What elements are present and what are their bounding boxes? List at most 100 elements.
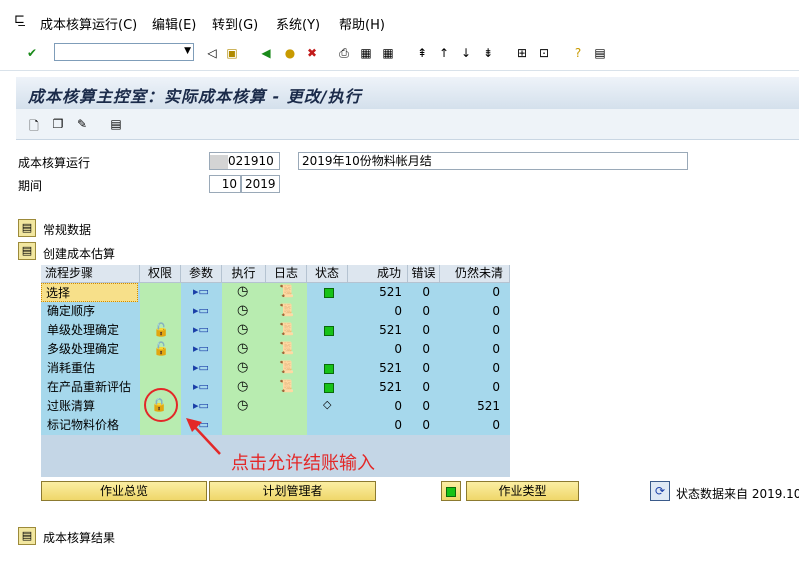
execute-clock-icon[interactable]: ◷: [237, 360, 248, 375]
find-icon[interactable]: ▦: [358, 45, 374, 61]
success-value: 0: [394, 342, 402, 356]
step-wip-revaluation[interactable]: 在产品重新评估: [47, 378, 131, 397]
status-toggle-button[interactable]: [441, 481, 461, 501]
costing-run-id: 021910: [228, 154, 274, 168]
header-step[interactable]: 流程步骤: [41, 265, 140, 283]
last-page-icon[interactable]: ⇟: [480, 45, 496, 61]
costing-run-desc-field[interactable]: 2019年10份物料帐月结: [298, 152, 688, 170]
log-scroll-icon[interactable]: 📜: [279, 360, 294, 374]
command-field[interactable]: ▼: [54, 43, 194, 61]
errors-value: 0: [422, 380, 430, 394]
open-value: 0: [492, 285, 500, 299]
job-overview-button[interactable]: 作业总览: [41, 481, 207, 501]
execute-clock-icon[interactable]: ◷: [237, 341, 248, 356]
log-scroll-icon[interactable]: 📜: [279, 303, 294, 317]
params-arrow-icon[interactable]: ▸▭: [193, 304, 209, 317]
log-scroll-icon[interactable]: 📜: [279, 322, 294, 336]
chevron-down-icon[interactable]: ▼: [184, 46, 191, 56]
notes-icon[interactable]: ▤: [108, 117, 124, 133]
header-errors[interactable]: 错误: [408, 265, 440, 283]
new-session-icon[interactable]: ⊞: [514, 45, 530, 61]
log-scroll-icon[interactable]: 📜: [279, 341, 294, 355]
find-next-icon[interactable]: ▦: [380, 45, 396, 61]
log-scroll-icon[interactable]: 📜: [279, 379, 294, 393]
layout-menu-icon[interactable]: ▤: [592, 45, 608, 61]
back-icon[interactable]: ◀: [258, 45, 274, 61]
exit-icon[interactable]: ●: [282, 45, 298, 61]
help-icon[interactable]: ?: [570, 45, 586, 61]
menu-edit[interactable]: 编辑(E): [152, 14, 196, 33]
params-arrow-icon[interactable]: ▸▭: [193, 285, 209, 298]
job-type-button[interactable]: 作业类型: [466, 481, 579, 501]
step-multi-level[interactable]: 多级处理确定: [47, 340, 119, 359]
copy-icon[interactable]: ❐: [50, 117, 66, 133]
header-execute[interactable]: 执行: [222, 265, 266, 283]
menu-goto[interactable]: 转到(G): [212, 14, 258, 33]
back-triangle-icon[interactable]: ◁: [204, 45, 220, 61]
menu-costing-run[interactable]: 成本核算运行(C): [40, 14, 137, 33]
log-scroll-icon[interactable]: 📜: [279, 284, 294, 298]
errors-value: 0: [422, 285, 430, 299]
create-estimate-toggle-button[interactable]: ▤: [18, 242, 36, 260]
print-icon[interactable]: ⎙: [336, 45, 352, 61]
title-bar: 成本核算主控室：实际成本核算 - 更改/执行: [16, 77, 799, 109]
open-value: 0: [492, 323, 500, 337]
status-source-text: 状态数据来自 2019.10: [676, 487, 799, 501]
unlock-icon[interactable]: 🔓: [153, 342, 169, 357]
params-arrow-icon[interactable]: ▸▭: [193, 361, 209, 374]
save-icon[interactable]: ▣: [224, 45, 240, 61]
execute-clock-icon[interactable]: ◷: [237, 303, 248, 318]
header-auth[interactable]: 权限: [140, 265, 181, 283]
create-estimate-label: 创建成本估算: [43, 247, 116, 261]
new-document-icon[interactable]: 🗋: [26, 117, 42, 133]
errors-value: 0: [422, 361, 430, 375]
execute-clock-icon[interactable]: ◷: [237, 284, 248, 299]
errors-value: 0: [422, 399, 430, 413]
execute-clock-icon[interactable]: ◷: [237, 322, 248, 337]
shortcut-icon[interactable]: ⊡: [536, 45, 552, 61]
period-year-field[interactable]: 2019: [241, 175, 280, 193]
step-mark-price[interactable]: 标记物料价格: [47, 416, 119, 435]
unlock-icon[interactable]: 🔓: [153, 323, 169, 338]
prev-page-icon[interactable]: ↑: [436, 45, 452, 61]
cancel-icon[interactable]: ✖: [304, 45, 320, 61]
open-value: 0: [492, 361, 500, 375]
step-revaluation[interactable]: 消耗重估: [47, 359, 95, 378]
success-value: 521: [379, 380, 402, 394]
step-sequence[interactable]: 确定顺序: [47, 302, 95, 321]
green-square-icon: [446, 487, 456, 497]
menu-help[interactable]: 帮助(H): [339, 14, 385, 33]
header-log[interactable]: 日志: [266, 265, 307, 283]
menu-bar-icon[interactable]: ⊏̲: [14, 12, 25, 27]
highlight-circle: [144, 388, 178, 422]
costing-run-id-field[interactable]: 021910: [209, 152, 280, 170]
period-label: 期间: [18, 179, 43, 193]
open-value: 0: [492, 342, 500, 356]
enter-check-icon[interactable]: ✔: [24, 45, 40, 61]
results-toggle-button[interactable]: ▤: [18, 527, 36, 545]
redacted-prefix: [210, 154, 228, 169]
open-value: 0: [492, 418, 500, 432]
menu-system[interactable]: 系统(Y): [276, 14, 320, 33]
menu-bar: ⊏̲ 成本核算运行(C) 编辑(E) 转到(G) 系统(Y) 帮助(H): [0, 0, 799, 38]
step-single-level[interactable]: 单级处理确定: [47, 321, 119, 340]
edit-pencil-icon[interactable]: ✎: [74, 117, 90, 133]
refresh-button[interactable]: ⟳: [650, 481, 670, 501]
header-success[interactable]: 成功: [348, 265, 408, 283]
plan-manager-button[interactable]: 计划管理者: [209, 481, 376, 501]
params-arrow-icon[interactable]: ▸▭: [193, 323, 209, 336]
next-page-icon[interactable]: ↓: [458, 45, 474, 61]
general-data-toggle-button[interactable]: ▤: [18, 219, 36, 237]
period-month-field[interactable]: 10: [209, 175, 241, 193]
params-arrow-icon[interactable]: ▸▭: [193, 342, 209, 355]
results-label: 成本核算结果: [43, 531, 116, 545]
header-open[interactable]: 仍然未清: [440, 265, 510, 283]
header-status[interactable]: 状态: [307, 265, 348, 283]
execute-clock-icon[interactable]: ◷: [237, 379, 248, 394]
first-page-icon[interactable]: ⇞: [414, 45, 430, 61]
page-title: 成本核算主控室：实际成本核算 - 更改/执行: [28, 87, 362, 106]
params-arrow-icon[interactable]: ▸▭: [193, 380, 209, 393]
step-select[interactable]: 选择: [41, 283, 138, 302]
step-post-closing[interactable]: 过账清算: [47, 397, 95, 416]
header-params[interactable]: 参数: [181, 265, 222, 283]
